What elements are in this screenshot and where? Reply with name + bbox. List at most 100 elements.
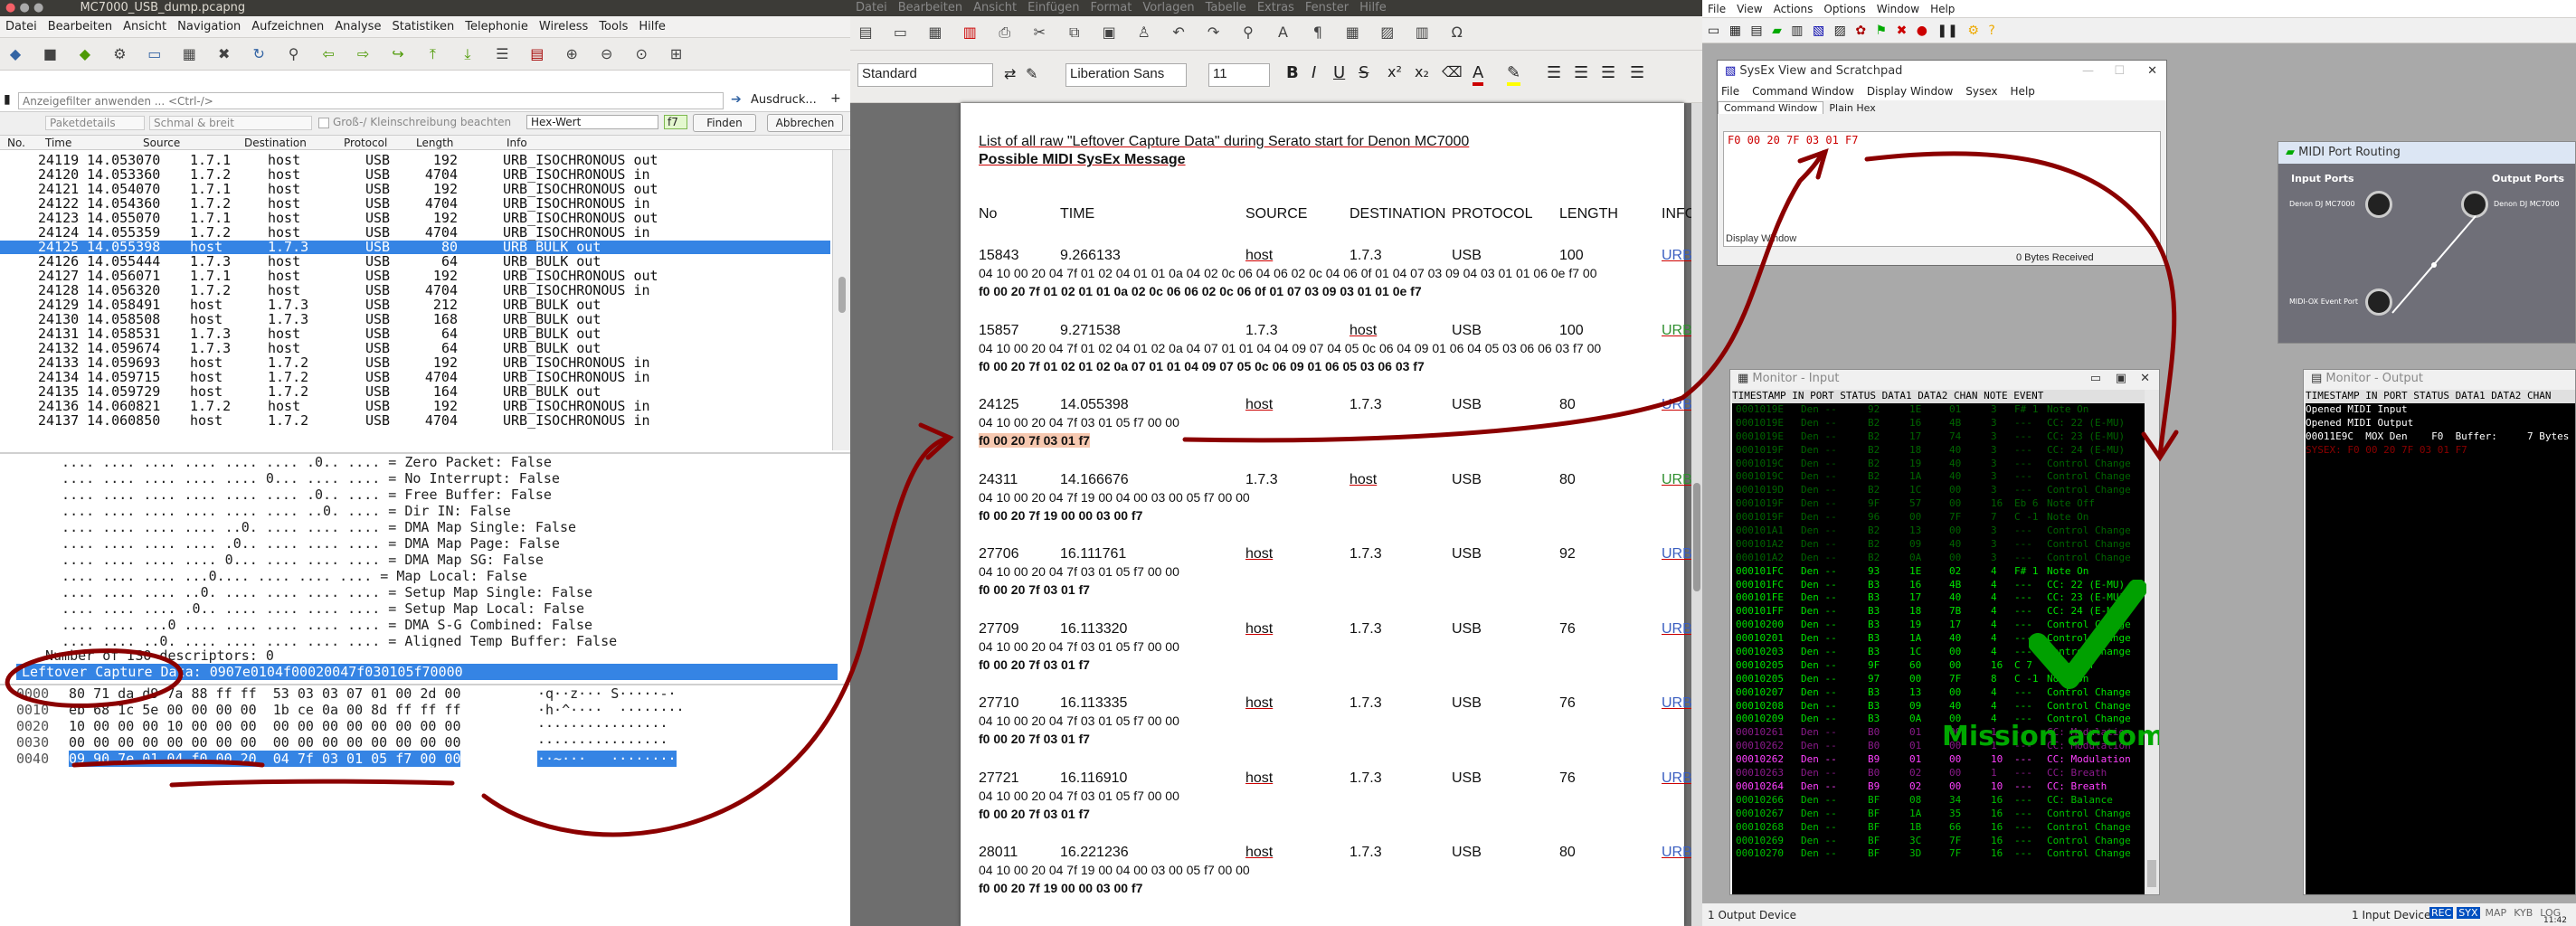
midi-event-row[interactable]: Den -- 000101A1 B2 13 00 3 --- Control Change xyxy=(1732,524,2145,538)
packet-row[interactable]: 24135 14.059729 host 1.7.2 USB 164 URB_BULK ou… xyxy=(0,385,830,399)
close-icon[interactable]: ✕ xyxy=(2140,370,2150,388)
status-badge-kyb[interactable]: KYB xyxy=(2512,907,2534,919)
menu-tools[interactable]: Tools xyxy=(593,20,633,33)
sysex-menu-2[interactable]: Display Window xyxy=(1867,85,1953,98)
midi-event-row[interactable]: Den -- 000101A2 B2 0A 00 3 --- Control Change xyxy=(1732,552,2145,565)
strikethrough-icon[interactable]: S xyxy=(1359,63,1368,82)
export-pdf-icon[interactable]: ▥ xyxy=(957,20,982,45)
menu-telephonie[interactable]: Telephonie xyxy=(459,20,534,33)
redo-icon[interactable]: ↷ xyxy=(1201,20,1226,45)
midiox-menu-actions[interactable]: Actions xyxy=(1768,3,1819,15)
clear-icon[interactable]: ✖ xyxy=(1897,24,1908,38)
sysex-icon[interactable]: ▧ xyxy=(1813,24,1824,38)
close-file-icon[interactable]: ✖ xyxy=(212,42,237,67)
resize-columns-icon[interactable]: ⊞ xyxy=(664,42,689,67)
packet-row[interactable]: 24123 14.055070 1.7.1 host USB 192 URB_ISOCHRO… xyxy=(0,212,830,225)
maximize-icon[interactable]: ▣ xyxy=(2116,370,2126,388)
paste-icon[interactable]: ▣ xyxy=(1096,20,1122,45)
menu-ansicht[interactable]: Ansicht xyxy=(118,20,172,33)
search-query-input[interactable]: f7 xyxy=(664,115,687,129)
midi-event-row[interactable]: Den -- 00010270 BF 3D 7F 16 --- Control Change xyxy=(1732,847,2145,861)
packet-row[interactable]: 24122 14.054360 1.7.2 host USB 4704 URB_ISOCHR… xyxy=(0,197,830,211)
column-header-2[interactable]: Source xyxy=(143,137,180,149)
close-icon[interactable]: ✕ xyxy=(2147,61,2157,82)
monitor-output-icon[interactable]: ▤ xyxy=(1750,24,1762,38)
midiox-menu-help[interactable]: Help xyxy=(1925,3,1960,15)
reload-icon[interactable]: ↻ xyxy=(246,42,271,67)
packet-row[interactable]: 24130 14.058508 host 1.7.3 USB 168 URB_BULK ou… xyxy=(0,313,830,326)
midi-event-row[interactable]: Den -- 0001019C B2 1A 40 3 --- Control Change xyxy=(1732,470,2145,484)
midi-event-row[interactable]: Den -- 0001019F 9F 57 00 16 Eb 6 Note Off xyxy=(1732,497,2145,511)
hex-row[interactable]: 0000 80 71 da d9 7a 88 ff ff 53 03 03 07 … xyxy=(0,685,850,702)
clear-format-icon[interactable]: ⌫ xyxy=(1442,63,1463,80)
column-header-6[interactable]: Info xyxy=(507,137,527,149)
search-type-select[interactable]: Hex-Wert xyxy=(526,115,658,129)
writer-menu-2[interactable]: Ansicht xyxy=(973,1,1017,14)
minimize-icon[interactable]: — xyxy=(2082,61,2094,82)
underline-icon[interactable]: U xyxy=(1333,63,1345,82)
shark-fin-icon[interactable]: ◆ xyxy=(3,42,28,67)
sysex-menu-3[interactable]: Sysex xyxy=(1965,85,1997,98)
highlight-icon[interactable]: ✎ xyxy=(1507,63,1521,86)
restart-icon[interactable]: ◆ xyxy=(72,42,98,67)
paragraph-style-select[interactable]: Standard xyxy=(857,63,993,87)
packet-list-scrollbar[interactable] xyxy=(832,150,850,450)
midi-event-row[interactable]: Den -- 0001019E B2 16 4B 3 --- CC: 22 (E-MU) xyxy=(1732,417,2145,430)
status-badge-map[interactable]: MAP xyxy=(2484,907,2509,919)
column-header-1[interactable]: Time xyxy=(45,137,71,149)
writer-menu-4[interactable]: Format xyxy=(1091,1,1132,14)
minimize-icon[interactable]: ● xyxy=(19,1,29,14)
add-filter-icon[interactable]: + xyxy=(830,91,841,106)
packet-row[interactable]: 24121 14.054070 1.7.1 host USB 192 URB_ISOCHRO… xyxy=(0,183,830,196)
spellcheck-icon[interactable]: A xyxy=(1270,20,1295,45)
goto-icon[interactable]: ↪ xyxy=(385,42,411,67)
packet-row[interactable]: 24132 14.059674 1.7.3 host USB 64 URB_BULK out xyxy=(0,342,830,355)
menu-aufzeichnen[interactable]: Aufzeichnen xyxy=(246,20,329,33)
monitor-output-line[interactable]: SYSEX: F0 00 20 7F 03 01 F7 xyxy=(2306,444,2575,458)
midiox-menu-window[interactable]: Window xyxy=(1871,3,1925,15)
chart-icon[interactable]: ▥ xyxy=(1409,20,1435,45)
case-checkbox[interactable] xyxy=(318,118,329,128)
packet-row[interactable]: 24126 14.055444 1.7.3 host USB 64 URB_BULK out xyxy=(0,255,830,269)
midi-event-row[interactable]: Den -- 000101FC 93 1E 02 4 F# 1 Note On xyxy=(1732,565,2145,579)
monitor-input-icon[interactable]: ▦ xyxy=(1729,24,1741,38)
forward-icon[interactable]: ⇨ xyxy=(351,42,376,67)
midi-event-row[interactable]: Den -- 00010266 BF 08 34 16 --- CC: Balance xyxy=(1732,794,2145,808)
packet-row[interactable]: 24137 14.060850 host 1.7.2 USB 4704 URB_ISOCHR… xyxy=(0,414,830,428)
help-icon[interactable]: ? xyxy=(1988,24,1994,38)
width-select[interactable]: Schmal & breit xyxy=(149,116,312,130)
midi-event-row[interactable]: Den -- 0001019F B2 18 40 3 --- CC: 24 (E-MU) xyxy=(1732,444,2145,458)
packet-row[interactable]: 24136 14.060821 1.7.2 host USB 192 URB_ISOCHRO… xyxy=(0,400,830,413)
packet-details[interactable]: .... .... .... .... .... .... .0.. .... … xyxy=(0,452,850,647)
midi-event-row[interactable]: Den -- 00010263 B0 02 00 1 --- CC: Breath xyxy=(1732,767,2145,780)
midi-event-row[interactable]: Den -- 00010267 BF 1A 35 16 --- Control Change xyxy=(1732,808,2145,821)
record-icon[interactable]: ● xyxy=(1917,24,1927,38)
controls-icon[interactable]: ▨ xyxy=(1834,24,1846,38)
detail-line[interactable]: .... .... .... .... .... .... ..0. .... … xyxy=(0,503,850,519)
sysex-menu-1[interactable]: Command Window xyxy=(1752,85,1854,98)
detail-line[interactable]: .... .... ...0 .... .... .... .... .... … xyxy=(0,617,850,633)
midi-event-row[interactable]: Den -- 00010262 B9 01 00 10 --- CC: Modulation xyxy=(1732,753,2145,767)
monitor-output-line[interactable]: Opened MIDI Output xyxy=(2306,417,2575,430)
menu-datei[interactable]: Datei xyxy=(0,20,43,33)
find-icon[interactable]: ⚲ xyxy=(281,42,307,67)
cut-icon[interactable]: ✂ xyxy=(1027,20,1052,45)
pause-icon[interactable]: ❚❚ xyxy=(1937,24,1957,38)
font-size-select[interactable]: 11 xyxy=(1208,63,1270,87)
monitor-output-list[interactable]: TIMESTAMP IN PORT STATUS DATA1 DATA2 CHA… xyxy=(2306,390,2575,894)
writer-menu-0[interactable]: Datei xyxy=(856,1,887,14)
detail-line[interactable]: .... .... .... .... .0.. .... .... .... … xyxy=(0,535,850,552)
open-folder-icon[interactable]: ▭ xyxy=(142,42,167,67)
menu-bearbeiten[interactable]: Bearbeiten xyxy=(43,20,118,33)
menu-navigation[interactable]: Navigation xyxy=(172,20,246,33)
update-style-icon[interactable]: ⇄ xyxy=(1004,65,1016,82)
writer-menu-6[interactable]: Tabelle xyxy=(1206,1,1246,14)
packet-row[interactable]: 24119 14.053070 1.7.1 host USB 192 URB_ISOCHRO… xyxy=(0,154,830,167)
packet-row[interactable]: 24127 14.056071 1.7.1 host USB 192 URB_ISOCHRO… xyxy=(0,269,830,283)
new-document-icon[interactable]: ▤ xyxy=(853,20,878,45)
packet-row[interactable]: 24134 14.059715 host 1.7.2 USB 4704 URB_ISOCHR… xyxy=(0,371,830,384)
subscript-icon[interactable]: x₂ xyxy=(1415,63,1429,80)
midiox-menu-options[interactable]: Options xyxy=(1818,3,1870,15)
table-icon[interactable]: ▦ xyxy=(1340,20,1365,45)
sysex-tab-0[interactable]: Command Window xyxy=(1718,101,1824,114)
